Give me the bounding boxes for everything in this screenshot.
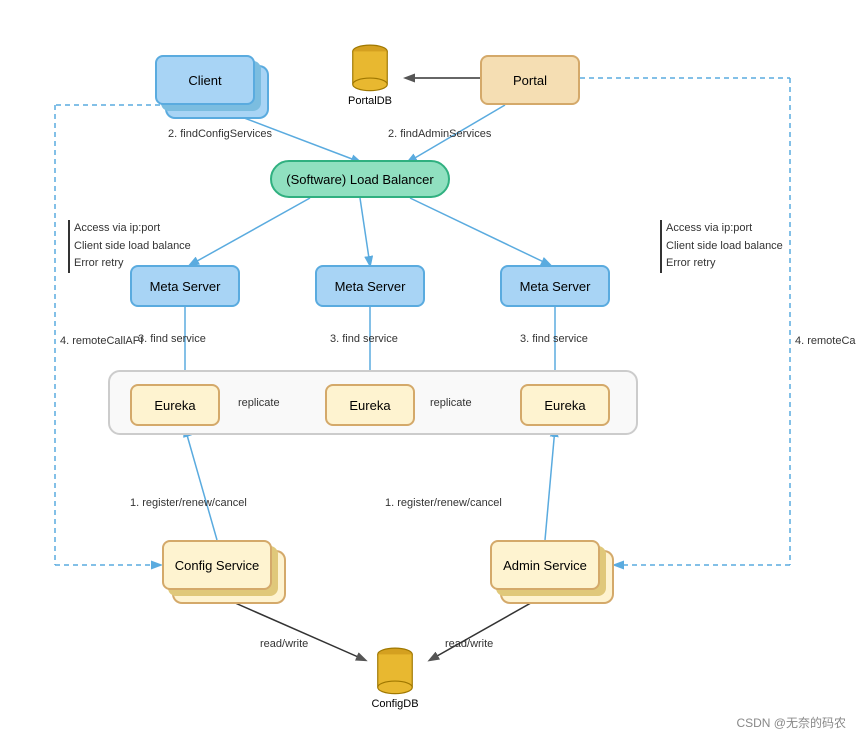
eureka1-node: Eureka — [130, 384, 220, 426]
find-service2-label: 3. find service — [330, 333, 398, 345]
admin-node: Admin Service — [490, 540, 600, 590]
remote-call-right-label: 4. remoteCallAPI — [795, 335, 856, 347]
config-label: Config Service — [175, 558, 260, 573]
lb-label: (Software) Load Balancer — [286, 172, 433, 187]
client-node: Client — [155, 55, 255, 105]
bracket-left: Access via ip:portClient side load balan… — [68, 220, 191, 273]
configdb-label: ConfigDB — [371, 698, 418, 710]
configdb-node: ConfigDB — [365, 645, 425, 710]
meta2-node: Meta Server — [315, 265, 425, 307]
find-service1-label: 3. find service — [138, 333, 206, 345]
remote-call-left-label: 4. remoteCallAPI — [60, 335, 143, 347]
meta3-node: Meta Server — [500, 265, 610, 307]
readwrite2-label: read/write — [445, 638, 493, 650]
bracket-right: Access via ip:portClient side load balan… — [660, 220, 783, 273]
client-label: Client — [188, 73, 221, 88]
portal-label: Portal — [513, 73, 547, 88]
register2-label: 1. register/renew/cancel — [385, 497, 502, 509]
replicate1-label: replicate — [238, 397, 280, 409]
replicate2-label: replicate — [430, 397, 472, 409]
diagram: Client Portal PortalDB (Software) Load B… — [0, 0, 856, 741]
meta2-label: Meta Server — [335, 279, 406, 294]
find-config-label: 2. findConfigServices — [168, 128, 272, 140]
find-service3-label: 3. find service — [520, 333, 588, 345]
register1-label: 1. register/renew/cancel — [130, 497, 247, 509]
watermark: CSDN @无奈的码农 — [736, 714, 846, 731]
lb-node: (Software) Load Balancer — [270, 160, 450, 198]
eureka3-label: Eureka — [544, 398, 585, 413]
portaldb-label: PortalDB — [348, 95, 392, 107]
readwrite1-label: read/write — [260, 638, 308, 650]
meta3-label: Meta Server — [520, 279, 591, 294]
eureka1-label: Eureka — [154, 398, 195, 413]
find-admin-label: 2. findAdminServices — [388, 128, 491, 140]
portal-node: Portal — [480, 55, 580, 105]
portaldb-node: PortalDB — [340, 42, 400, 107]
eureka3-node: Eureka — [520, 384, 610, 426]
config-node: Config Service — [162, 540, 272, 590]
meta1-label: Meta Server — [150, 279, 221, 294]
eureka2-node: Eureka — [325, 384, 415, 426]
admin-label: Admin Service — [503, 558, 587, 573]
eureka2-label: Eureka — [349, 398, 390, 413]
